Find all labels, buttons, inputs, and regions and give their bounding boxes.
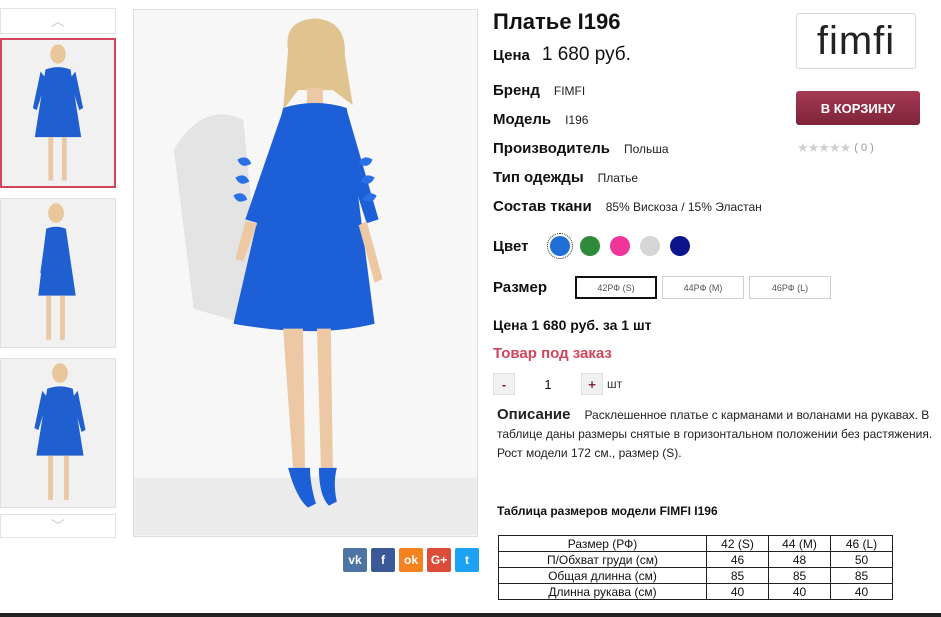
- size-table-title: Таблица размеров модели FIMFI I196: [497, 504, 718, 518]
- color-swatch-blue[interactable]: [547, 233, 574, 259]
- table-row: Размер (РФ) 42 (S) 44 (M) 46 (L): [498, 535, 893, 552]
- table-cell: Длинна рукава (см): [498, 583, 707, 600]
- thumbnail-photo: [2, 40, 114, 186]
- table-row: Общая длинна (см) 85 85 85: [498, 567, 893, 584]
- page-divider: [0, 613, 941, 617]
- table-header-cell: 44 (M): [768, 535, 831, 552]
- thumbnail-gallery: ︿: [0, 8, 116, 34]
- table-cell: 40: [830, 583, 893, 600]
- thumbnail-photo: [1, 199, 115, 347]
- color-selector: Цвет: [493, 233, 691, 259]
- chevron-down-icon[interactable]: ﹀: [0, 514, 116, 538]
- table-cell: 40: [706, 583, 769, 600]
- quantity-unit: шт: [607, 377, 623, 391]
- description-title: Описание: [497, 406, 571, 423]
- brand-logo: fimfi: [796, 13, 916, 69]
- quantity-increase-button[interactable]: +: [581, 373, 603, 395]
- price-label: Цена: [493, 47, 530, 64]
- table-cell: 46: [706, 551, 769, 568]
- table-cell: 85: [830, 567, 893, 584]
- quantity-decrease-button[interactable]: -: [493, 373, 515, 395]
- color-swatch-green[interactable]: [580, 236, 601, 256]
- thumbnail-2[interactable]: [0, 198, 116, 348]
- table-row: П/Обхват груди (см) 46 48 50: [498, 551, 893, 568]
- table-cell: 85: [768, 567, 831, 584]
- attr-fabric: Состав ткани 85% Вискоза / 15% Эластан: [493, 198, 762, 215]
- attr-label: Модель: [493, 111, 552, 128]
- attr-value: 85% Вискоза / 15% Эластан: [605, 200, 762, 214]
- thumbnail-1[interactable]: [0, 38, 116, 188]
- thumbnail-3[interactable]: [0, 358, 116, 508]
- size-label: Размер: [493, 279, 548, 296]
- color-swatch-pink[interactable]: [610, 236, 631, 256]
- attr-label: Тип одежды: [493, 169, 584, 186]
- attr-manufacturer: Производитель Польша: [493, 140, 669, 157]
- attr-value: Платье: [597, 171, 639, 185]
- star-rating-icon[interactable]: ★★★★★: [797, 140, 851, 156]
- price-row: Цена 1 680 руб.: [493, 44, 631, 66]
- vk-icon[interactable]: vk: [343, 548, 367, 572]
- rating[interactable]: ★★★★★ ( 0 ): [797, 140, 874, 156]
- order-status: Товар под заказ: [493, 345, 612, 362]
- add-to-cart-button[interactable]: В КОРЗИНУ: [796, 91, 920, 125]
- color-swatch-light-gray[interactable]: [640, 236, 661, 256]
- table-cell: 48: [768, 551, 831, 568]
- size-option-m[interactable]: 44РФ (M): [662, 276, 745, 299]
- attr-value: FIMFI: [553, 84, 586, 98]
- table-cell: П/Обхват груди (см): [498, 551, 707, 568]
- color-swatch-navy[interactable]: [670, 236, 691, 256]
- table-header-cell: Размер (РФ): [498, 535, 707, 552]
- facebook-icon[interactable]: f: [371, 548, 395, 572]
- table-cell: 40: [768, 583, 831, 600]
- unit-price: Цена 1 680 руб. за 1 шт: [493, 317, 652, 333]
- main-product-photo[interactable]: [133, 9, 478, 537]
- google-plus-icon[interactable]: G+: [427, 548, 451, 572]
- attr-model: Модель I196: [493, 111, 588, 128]
- color-label: Цвет: [493, 237, 529, 255]
- table-cell: 85: [706, 567, 769, 584]
- size-selector: Размер 42РФ (S) 44РФ (M) 46РФ (L): [493, 276, 832, 299]
- thumbnail-photo: [1, 359, 115, 507]
- twitter-icon[interactable]: t: [455, 548, 479, 572]
- product-title: Платье I196: [493, 9, 621, 34]
- model-info: Рост модели 172 см., размер (S).: [497, 446, 682, 460]
- attr-value: Польша: [623, 142, 669, 156]
- attr-clothing-type: Тип одежды Платье: [493, 169, 638, 186]
- table-cell: 50: [830, 551, 893, 568]
- description: Описание Расклешенное платье с карманами …: [497, 406, 937, 463]
- table-header-cell: 46 (L): [830, 535, 893, 552]
- attr-label: Производитель: [493, 140, 610, 157]
- rating-count: ( 0 ): [854, 142, 874, 154]
- price-value: 1 680 руб.: [541, 44, 631, 65]
- attr-value: I196: [565, 113, 589, 127]
- size-option-l[interactable]: 46РФ (L): [749, 276, 832, 299]
- attr-brand: Бренд FIMFI: [493, 82, 585, 99]
- chevron-up-icon[interactable]: ︿: [0, 8, 116, 34]
- table-cell: Общая длинна (см): [498, 567, 707, 584]
- table-header-cell: 42 (S): [706, 535, 769, 552]
- social-share-bar: vk f ok G+ t: [343, 548, 479, 572]
- quantity-stepper: - 1 + шт: [493, 373, 622, 395]
- size-option-s[interactable]: 42РФ (S): [575, 276, 658, 299]
- quantity-value[interactable]: 1: [515, 377, 581, 392]
- dress-photo: [134, 10, 477, 536]
- attr-label: Состав ткани: [493, 198, 592, 215]
- size-table: Размер (РФ) 42 (S) 44 (M) 46 (L) П/Обхва…: [498, 535, 893, 600]
- odnoklassniki-icon[interactable]: ok: [399, 548, 423, 572]
- table-row: Длинна рукава (см) 40 40 40: [498, 583, 893, 600]
- attr-label: Бренд: [493, 82, 540, 99]
